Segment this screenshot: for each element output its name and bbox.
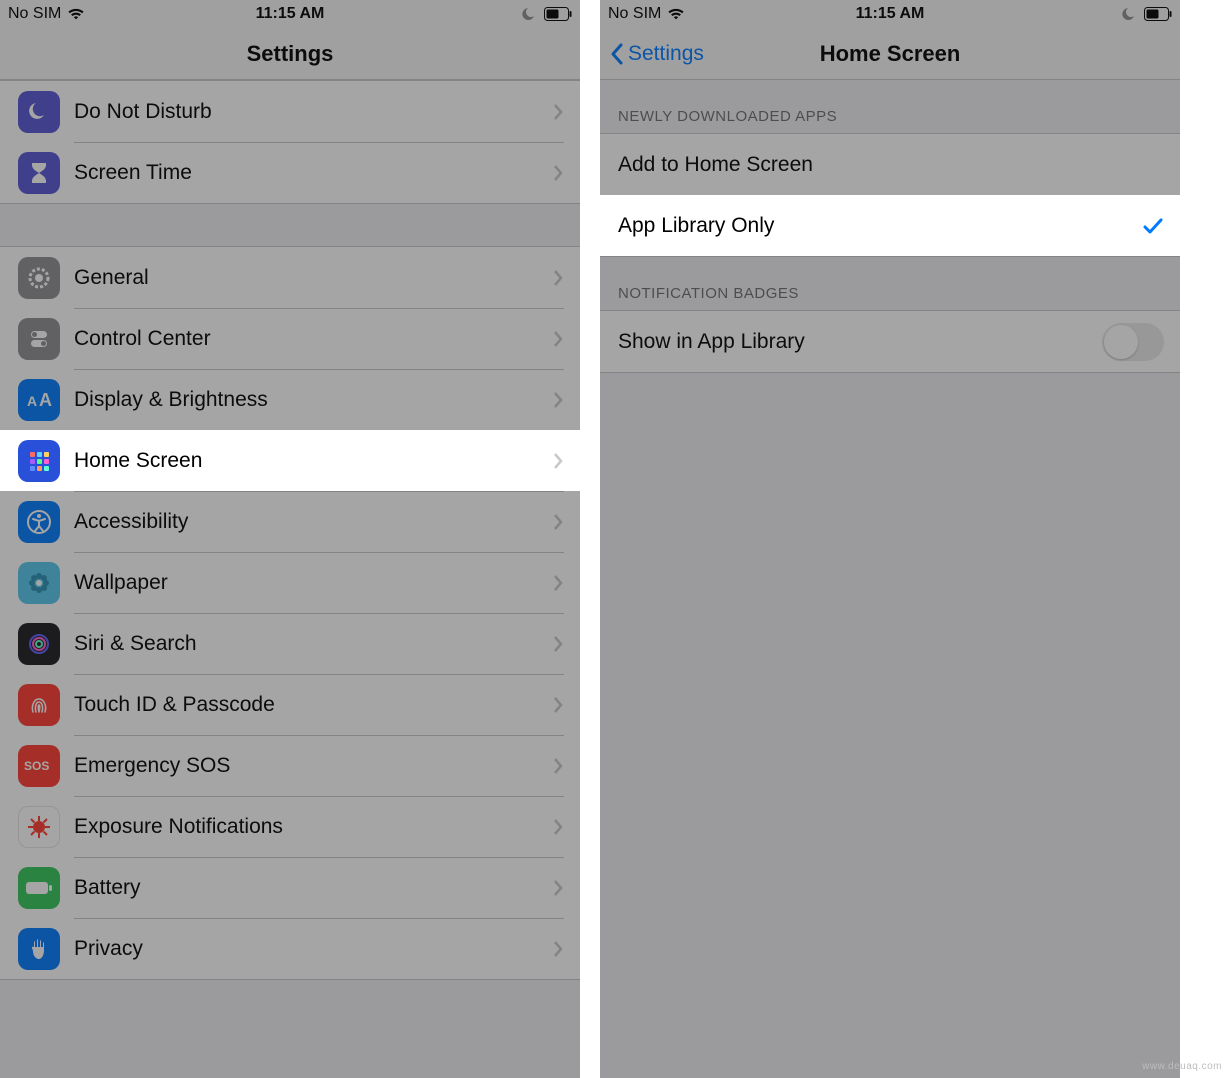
- option-label: App Library Only: [618, 214, 1142, 238]
- settings-row-emergency-sos[interactable]: SOS Emergency SOS: [0, 735, 580, 796]
- grid-icon: [18, 440, 60, 482]
- settings-row-siri-search[interactable]: Siri & Search: [0, 613, 580, 674]
- chevron-right-icon: [552, 574, 564, 592]
- hand-icon: [18, 928, 60, 970]
- toggle-show-in-app-library[interactable]: Show in App Library: [600, 311, 1180, 372]
- chevron-left-icon: [610, 43, 624, 65]
- toggle-label: Show in App Library: [618, 330, 1102, 354]
- row-label: Emergency SOS: [74, 754, 552, 778]
- settings-row-screen-time[interactable]: Screen Time: [0, 142, 580, 203]
- back-button[interactable]: Settings: [610, 42, 704, 66]
- battery-icon: [1144, 7, 1172, 21]
- row-label: Touch ID & Passcode: [74, 693, 552, 717]
- aa-icon: AA: [18, 379, 60, 421]
- chevron-right-icon: [552, 757, 564, 775]
- switches-icon: [18, 318, 60, 360]
- settings-row-exposure-notifications[interactable]: Exposure Notifications: [0, 796, 580, 857]
- chevron-right-icon: [552, 391, 564, 409]
- option-label: Add to Home Screen: [618, 153, 1164, 177]
- settings-row-privacy[interactable]: Privacy: [0, 918, 580, 979]
- battery-icon: [18, 867, 60, 909]
- svg-text:A: A: [39, 390, 52, 410]
- row-label: Exposure Notifications: [74, 815, 552, 839]
- chevron-right-icon: [552, 635, 564, 653]
- row-label: Display & Brightness: [74, 388, 552, 412]
- chevron-right-icon: [552, 879, 564, 897]
- switch-off[interactable]: [1102, 323, 1164, 361]
- fingerprint-icon: [18, 684, 60, 726]
- checkmark-icon: [1142, 215, 1164, 237]
- phone-home-screen-settings: No SIM 11:15 AM Settings Home Screen New…: [600, 0, 1180, 1078]
- settings-row-accessibility[interactable]: Accessibility: [0, 491, 580, 552]
- clock-label: 11:15 AM: [256, 5, 325, 23]
- page-title: Settings: [247, 41, 334, 67]
- moon-icon: [18, 91, 60, 133]
- wifi-icon: [67, 7, 85, 21]
- gear-icon: [18, 257, 60, 299]
- row-label: Control Center: [74, 327, 552, 351]
- chevron-right-icon: [552, 330, 564, 348]
- sos-icon: SOS: [18, 745, 60, 787]
- settings-row-do-not-disturb[interactable]: Do Not Disturb: [0, 81, 580, 142]
- section-header-newly-downloaded: Newly Downloaded Apps: [600, 80, 1180, 133]
- settings-row-battery[interactable]: Battery: [0, 857, 580, 918]
- row-label: Do Not Disturb: [74, 100, 552, 124]
- page-title: Home Screen: [820, 41, 961, 67]
- row-label: Home Screen: [74, 449, 552, 473]
- clock-label: 11:15 AM: [856, 5, 925, 23]
- chevron-right-icon: [552, 696, 564, 714]
- nav-bar: Settings Home Screen: [600, 28, 1180, 80]
- settings-row-general[interactable]: General: [0, 247, 580, 308]
- group-newly-downloaded: Add to Home Screen App Library Only: [600, 133, 1180, 257]
- group-notification-badges: Show in App Library: [600, 310, 1180, 373]
- option-app-library-only[interactable]: App Library Only: [600, 195, 1180, 256]
- nav-bar: Settings: [0, 28, 580, 80]
- row-label: Accessibility: [74, 510, 552, 534]
- row-label: Wallpaper: [74, 571, 552, 595]
- settings-row-control-center[interactable]: Control Center: [0, 308, 580, 369]
- settings-group-focus: Do Not Disturb Screen Time: [0, 80, 580, 204]
- settings-group-main: General Control Center AA Display & Brig…: [0, 246, 580, 980]
- person-icon: [18, 501, 60, 543]
- wifi-icon: [667, 7, 685, 21]
- phone-settings: No SIM 11:15 AM Settings Do Not Disturb: [0, 0, 580, 1078]
- settings-row-touch-id[interactable]: Touch ID & Passcode: [0, 674, 580, 735]
- watermark: www.deuaq.com: [1142, 1061, 1222, 1072]
- option-add-to-home-screen[interactable]: Add to Home Screen: [600, 134, 1180, 195]
- chevron-right-icon: [552, 513, 564, 531]
- status-bar: No SIM 11:15 AM: [0, 0, 580, 28]
- virus-icon: [18, 806, 60, 848]
- carrier-label: No SIM: [8, 5, 61, 23]
- settings-row-display-brightness[interactable]: AA Display & Brightness: [0, 369, 580, 430]
- dnd-moon-icon: [1122, 6, 1138, 22]
- row-label: Battery: [74, 876, 552, 900]
- settings-row-wallpaper[interactable]: Wallpaper: [0, 552, 580, 613]
- battery-icon: [544, 7, 572, 21]
- hourglass-icon: [18, 152, 60, 194]
- chevron-right-icon: [552, 818, 564, 836]
- chevron-right-icon: [552, 269, 564, 287]
- carrier-label: No SIM: [608, 5, 661, 23]
- row-label: Privacy: [74, 937, 552, 961]
- row-label: General: [74, 266, 552, 290]
- back-label: Settings: [628, 42, 704, 66]
- spacer: [0, 204, 580, 246]
- status-bar: No SIM 11:15 AM: [600, 0, 1180, 28]
- siri-icon: [18, 623, 60, 665]
- dnd-moon-icon: [522, 6, 538, 22]
- settings-row-home-screen[interactable]: Home Screen: [0, 430, 580, 491]
- row-label: Siri & Search: [74, 632, 552, 656]
- flower-icon: [18, 562, 60, 604]
- chevron-right-icon: [552, 452, 564, 470]
- chevron-right-icon: [552, 940, 564, 958]
- row-label: Screen Time: [74, 161, 552, 185]
- svg-text:A: A: [27, 393, 37, 409]
- chevron-right-icon: [552, 164, 564, 182]
- chevron-right-icon: [552, 103, 564, 121]
- section-header-notification-badges: Notification Badges: [600, 257, 1180, 310]
- svg-text:SOS: SOS: [24, 759, 49, 773]
